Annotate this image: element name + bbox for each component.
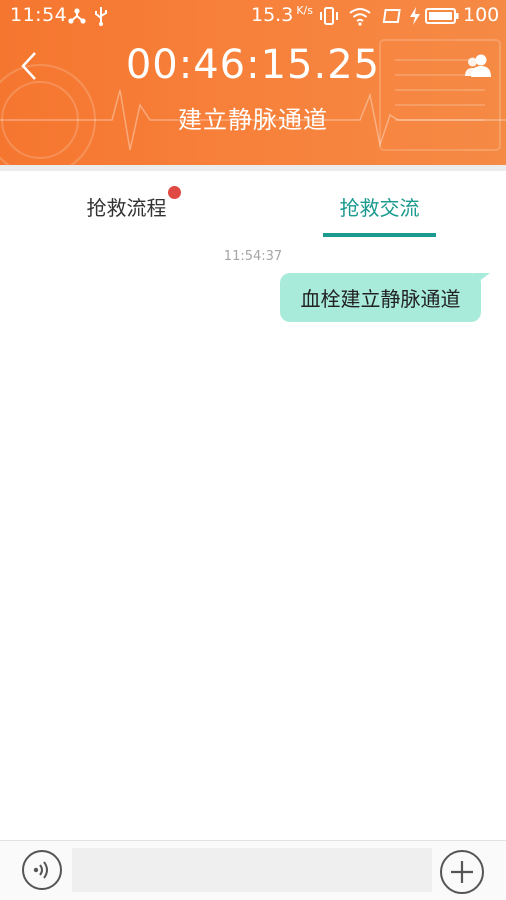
voice-button[interactable] (22, 850, 62, 890)
stage-title: 建立静脉通道 (178, 106, 328, 134)
battery-level: 100 (463, 4, 500, 26)
message-timestamp: 11:54:37 (223, 249, 283, 264)
screen: 11:54 15.3 K/s 100 00:46:15.25 建立静脉通道 抢救… (0, 0, 506, 900)
message-text: 血栓建立静脉通道 (300, 287, 461, 311)
usb-icon (92, 5, 110, 27)
tab-rescue-chat-label: 抢救交流 (339, 195, 420, 220)
message-bubble-outgoing[interactable]: 血栓建立静脉通道 (280, 273, 490, 322)
notification-badge (167, 185, 181, 199)
contacts-icon (465, 54, 491, 77)
status-net-speed: 15.3 K/s (251, 4, 313, 26)
tab-rescue-process[interactable]: 抢救流程 (0, 171, 253, 241)
contacts-button[interactable] (462, 50, 494, 82)
plus-icon (451, 861, 473, 883)
more-actions-button[interactable] (440, 850, 484, 894)
net-speed-unit: K/s (296, 4, 313, 17)
wifi-icon (347, 5, 373, 27)
net-speed-value: 15.3 (251, 4, 294, 26)
bubble-tail (474, 273, 490, 285)
tab-rescue-chat[interactable]: 抢救交流 (253, 171, 506, 241)
elapsed-timer: 00:46:15.25 (125, 42, 381, 88)
charging-icon (408, 5, 422, 27)
input-bar (0, 840, 506, 900)
tab-label-text: 抢救流程 (86, 195, 167, 220)
status-bar: 11:54 15.3 K/s 100 (0, 0, 506, 32)
message-input[interactable] (72, 848, 432, 892)
header: 11:54 15.3 K/s 100 00:46:15.25 建立静脉通道 (0, 0, 506, 165)
battery-icon (425, 5, 459, 27)
active-tab-indicator (323, 233, 436, 237)
vibrate-icon (318, 5, 340, 27)
voice-icon (33, 861, 48, 879)
cast-icon (380, 5, 402, 27)
tab-rescue-process-label: 抢救流程 (86, 185, 181, 221)
share-icon (66, 5, 88, 27)
status-time: 11:54 (10, 4, 68, 26)
tab-bar: 抢救流程 抢救交流 (0, 171, 506, 241)
